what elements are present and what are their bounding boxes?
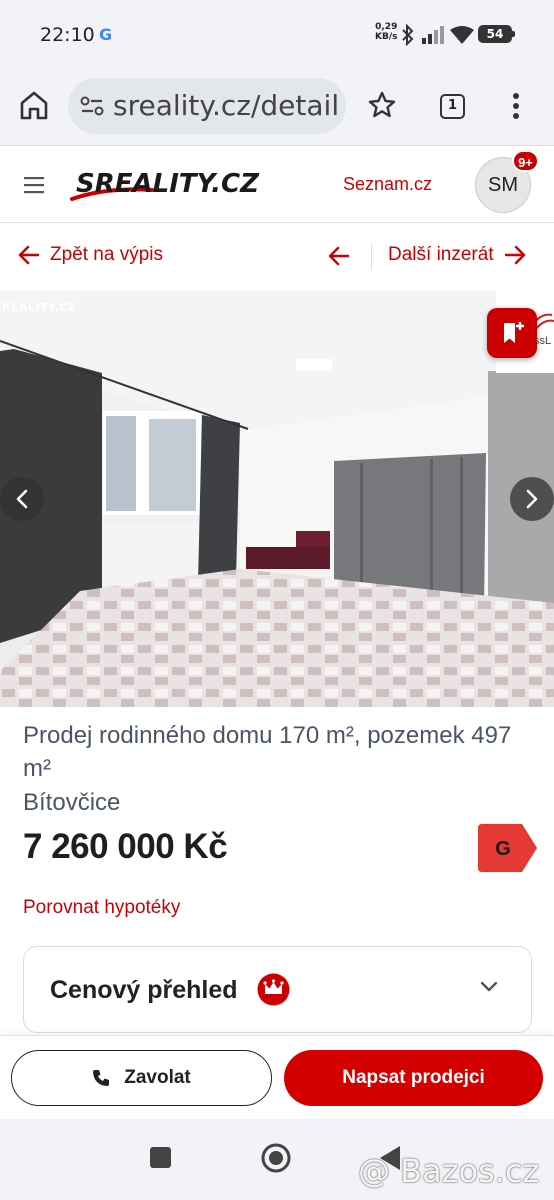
- gallery-prev-button[interactable]: [0, 477, 44, 521]
- chevron-right-icon: [526, 489, 538, 509]
- next-listing-label: Další inzerát: [388, 244, 494, 265]
- listing-locality[interactable]: Bítovčice: [23, 786, 120, 819]
- energy-class-label: G: [495, 838, 511, 860]
- notification-badge: 9+: [512, 150, 539, 172]
- url-bar[interactable]: sreality.cz/detail: [68, 78, 346, 134]
- write-seller-button[interactable]: Napsat prodejci: [284, 1050, 543, 1106]
- phone-icon: [93, 1070, 110, 1086]
- write-seller-label: Napsat prodejci: [342, 1067, 485, 1088]
- listing-photo[interactable]: [0, 291, 554, 707]
- save-listing-button[interactable]: [487, 308, 537, 358]
- home-icon[interactable]: [18, 90, 50, 120]
- sreality-logo[interactable]: SREALITY.CZ: [66, 165, 298, 205]
- site-settings-icon[interactable]: [80, 96, 104, 116]
- hamburger-menu-icon[interactable]: [24, 176, 44, 194]
- bookmark-add-icon: [504, 322, 524, 343]
- url-text: sreality.cz/detail: [113, 89, 340, 122]
- back-to-list-label: Zpět na výpis: [50, 244, 163, 265]
- recents-icon[interactable]: [150, 1147, 171, 1168]
- arrow-left-icon: [18, 245, 40, 265]
- logo-text: SREALITY.CZ: [76, 169, 260, 199]
- arrow-right-icon: [504, 245, 525, 265]
- more-vert-icon[interactable]: [512, 92, 520, 120]
- contact-action-bar: Zavolat Napsat prodejci: [0, 1035, 554, 1119]
- seznam-link[interactable]: Seznam.cz: [343, 174, 432, 195]
- photo-gallery[interactable]: REALITY.CZ ssL: [0, 291, 554, 707]
- bookmark-star-icon[interactable]: [367, 90, 397, 120]
- listing-nav: Zpět na výpis Další inzerát: [0, 224, 554, 290]
- system-nav-bar: @ Bazos.cz: [0, 1119, 554, 1200]
- net-speed-unit: KB/s: [375, 32, 398, 42]
- energy-class-badge[interactable]: G: [478, 824, 538, 872]
- status-time: 22:10: [40, 24, 95, 46]
- call-button-label: Zavolat: [124, 1067, 191, 1088]
- next-listing-link[interactable]: Další inzerát: [388, 244, 526, 266]
- chevron-down-icon[interactable]: [479, 980, 499, 994]
- nav-divider: [371, 244, 372, 270]
- call-button[interactable]: Zavolat: [11, 1050, 272, 1106]
- wifi-icon: [450, 26, 474, 44]
- crown-icon: [257, 973, 290, 1006]
- previous-listing-icon[interactable]: [328, 246, 350, 266]
- status-bar: 22:10 G 0,29 KB/s 54: [0, 0, 554, 70]
- listing-title: Prodej rodinného domu 170 m², pozemek 49…: [23, 722, 512, 782]
- browser-toolbar: sreality.cz/detail 1: [0, 70, 554, 146]
- price-overview-title: Cenový přehled: [50, 976, 238, 1004]
- photo-watermark: REALITY.CZ: [2, 301, 77, 314]
- signal-icon: [422, 26, 444, 44]
- price-overview-card[interactable]: Cenový přehled: [23, 946, 532, 1033]
- google-indicator-icon: G: [99, 25, 113, 44]
- net-speed-value: 0,29: [375, 22, 398, 32]
- battery-icon: 54: [478, 25, 515, 43]
- compare-mortgages-link[interactable]: Porovnat hypotéky: [23, 897, 180, 919]
- bazos-watermark: @ Bazos.cz: [358, 1152, 540, 1190]
- chevron-left-icon: [16, 489, 28, 509]
- net-speed: 0,29 KB/s: [375, 22, 397, 42]
- site-header: SREALITY.CZ Seznam.cz SM 9+: [0, 147, 554, 223]
- listing-price: 7 260 000 Kč: [23, 827, 228, 866]
- tabs-icon[interactable]: 1: [440, 94, 465, 119]
- home-circle-icon[interactable]: [260, 1142, 292, 1174]
- gallery-next-button[interactable]: [510, 477, 554, 521]
- back-to-list-link[interactable]: Zpět na výpis: [18, 244, 163, 266]
- bluetooth-icon: [402, 24, 414, 46]
